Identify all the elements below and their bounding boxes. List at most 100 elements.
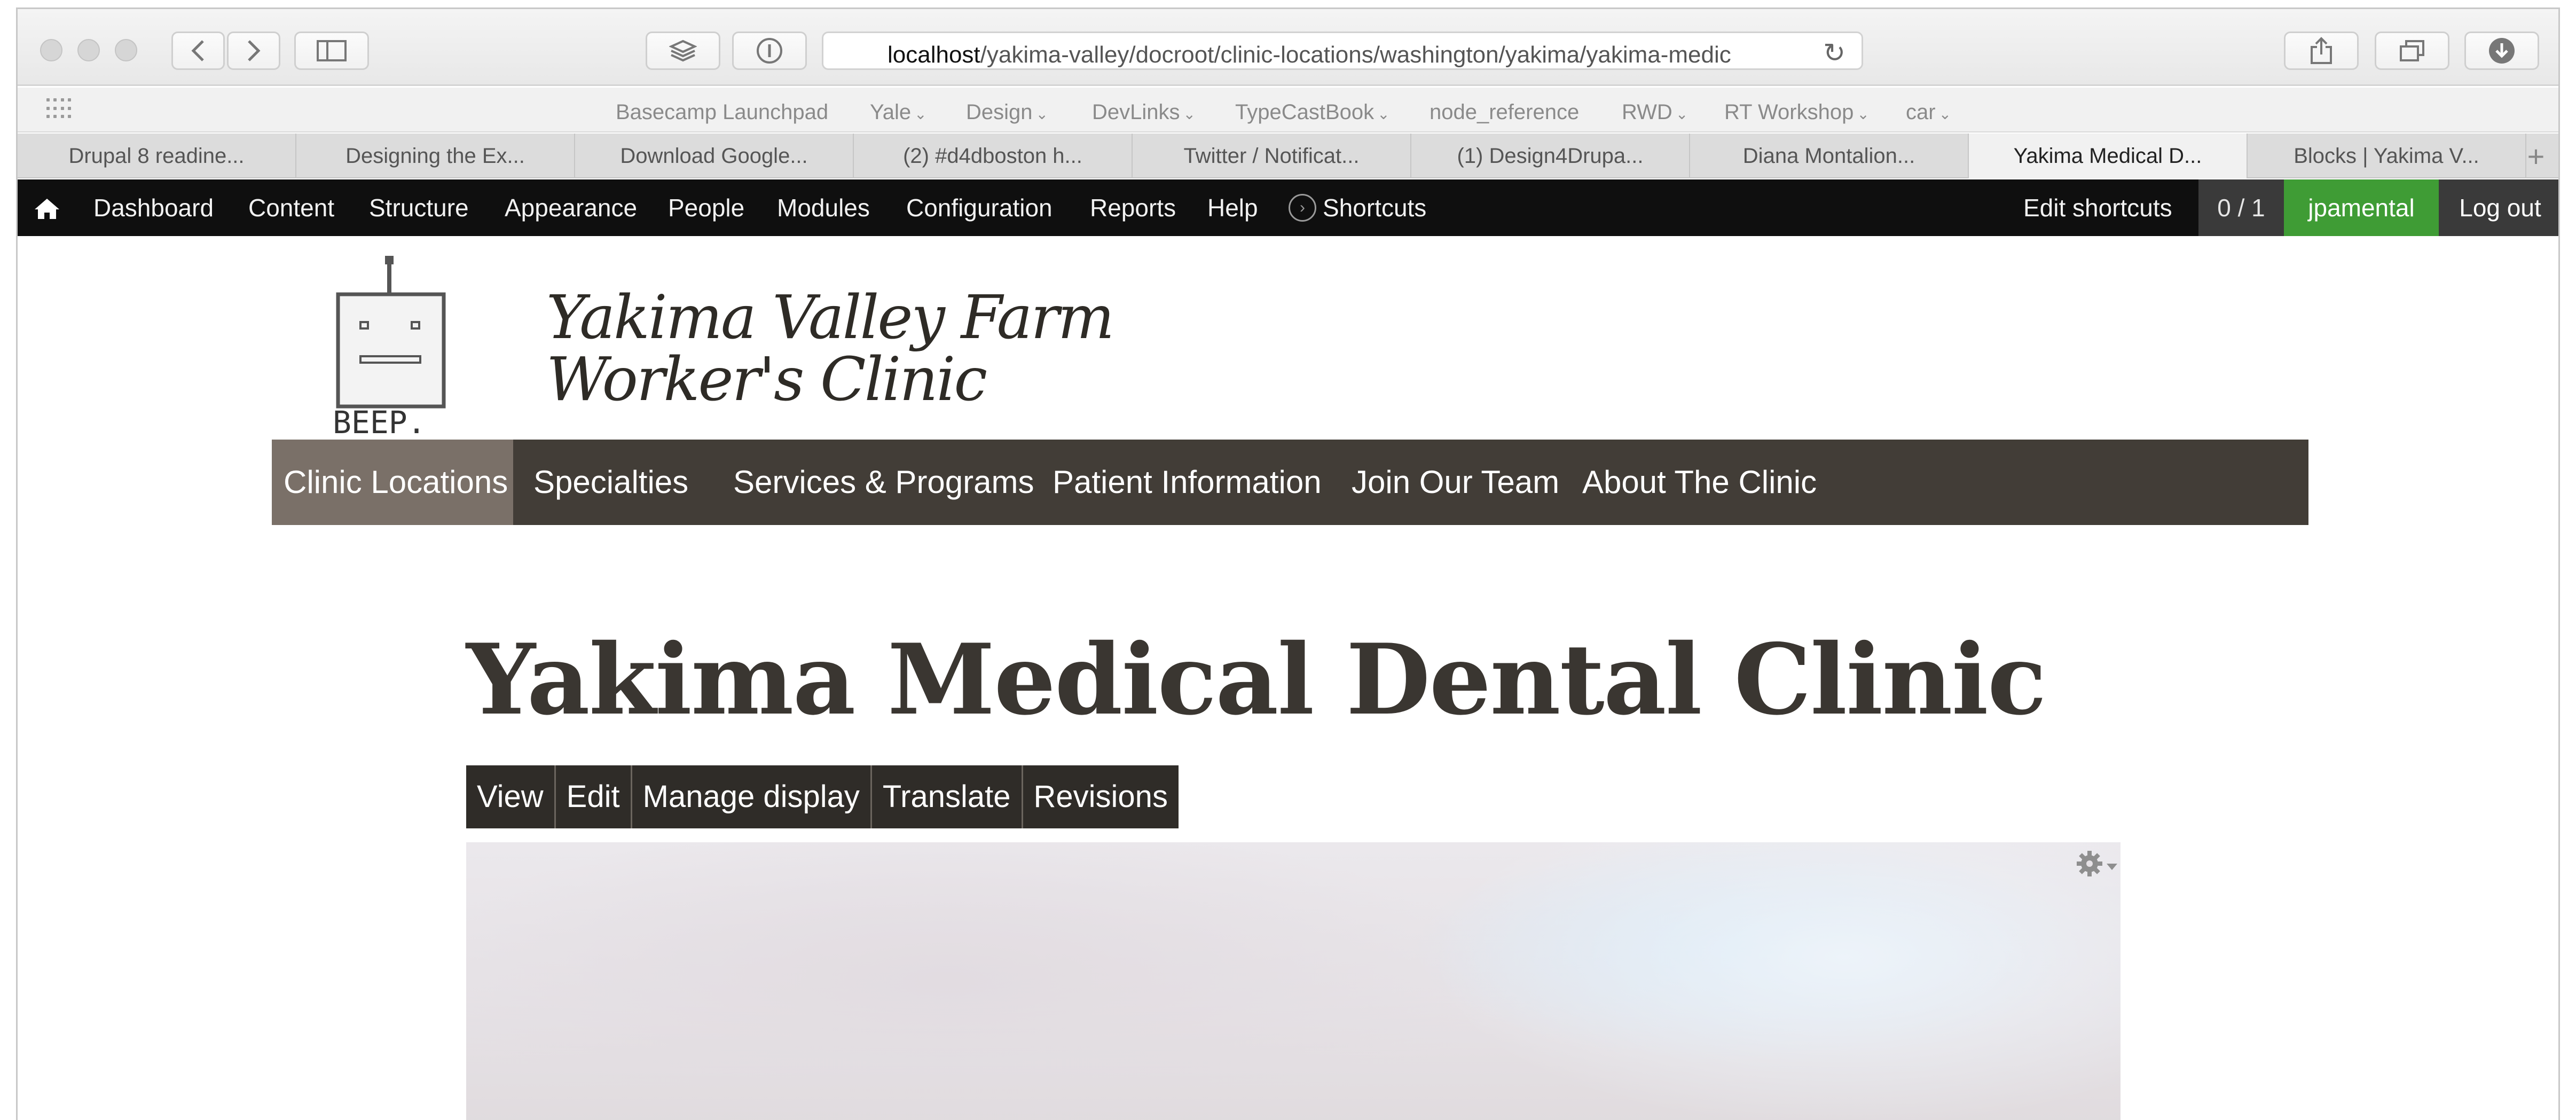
logo-text: BEEP. (333, 404, 426, 441)
reload-icon[interactable]: ↻ (1823, 37, 1845, 68)
chevron-down-icon: ⌄ (1675, 106, 1688, 122)
admin-menu-appearance[interactable]: Appearance (505, 179, 637, 236)
browser-tab[interactable]: Twitter / Notificat... (1133, 134, 1411, 178)
bookmark-design[interactable]: Design ⌄ (966, 100, 1048, 124)
tab-label: Diana Montalion... (1742, 144, 1915, 168)
tab-edit[interactable]: Edit (556, 765, 632, 828)
tab-label: Twitter / Notificat... (1183, 144, 1360, 168)
browser-tab[interactable]: (2) #d4dboston h... (854, 134, 1133, 178)
tab-strip: Drupal 8 readine... Designing the Ex... … (18, 134, 2558, 178)
password-button[interactable] (732, 32, 807, 70)
admin-menu-people[interactable]: People (668, 179, 744, 236)
nav-patient-information[interactable]: Patient Information (1053, 440, 1322, 525)
site-name-line2: Worker's Clinic (546, 345, 987, 414)
gear-icon[interactable] (2074, 848, 2121, 880)
browser-toolbar: localhost/yakima-valley/docroot/clinic-l… (18, 9, 2558, 86)
tab-label: (2) #d4dboston h... (903, 144, 1082, 168)
bookmark-devlinks[interactable]: DevLinks ⌄ (1092, 100, 1196, 124)
download-icon (2489, 38, 2515, 64)
tab-label: Yakima Medical D... (2013, 144, 2202, 168)
downloads-button[interactable] (2464, 32, 2539, 70)
admin-menu-reports[interactable]: Reports (1090, 179, 1176, 236)
chevron-right-circle-icon: › (1289, 193, 1316, 222)
drupal-admin-toolbar: Dashboard Content Structure Appearance P… (18, 179, 2558, 236)
bookmark-label: node_reference (1430, 100, 1580, 124)
site-name[interactable]: Yakima Valley Farm Worker's Clinic (546, 283, 1114, 414)
admin-menu-dashboard[interactable]: Dashboard (93, 179, 214, 236)
chevron-down-icon: ⌄ (1183, 106, 1196, 122)
user-account-link[interactable]: jpamental (2284, 179, 2439, 236)
url-text: localhost/yakima-valley/docroot/clinic-l… (888, 42, 1785, 68)
admin-menu-modules[interactable]: Modules (777, 179, 870, 236)
browser-tab[interactable]: Diana Montalion... (1690, 134, 1969, 178)
edit-shortcuts-link[interactable]: Edit shortcuts (2023, 179, 2172, 236)
admin-menu-shortcuts[interactable]: › Shortcuts (1289, 179, 1426, 236)
bookmark-basecamp[interactable]: Basecamp Launchpad (616, 100, 828, 124)
browser-tab[interactable]: Download Google... (575, 134, 854, 178)
hero-image (466, 842, 2121, 1120)
tabs-overview-button[interactable] (2375, 32, 2449, 70)
zoom-window-button[interactable] (115, 39, 137, 61)
site-name-line1: Yakima Valley Farm (546, 283, 1114, 353)
chevron-down-icon (2107, 864, 2117, 870)
nav-about-the-clinic[interactable]: About The Clinic (1582, 440, 1817, 525)
plus-icon: + (2527, 139, 2545, 173)
browser-tab[interactable]: Drupal 8 readine... (18, 134, 296, 178)
browser-tab[interactable]: Blocks | Yakima V... (2248, 134, 2526, 178)
sidebar-icon (317, 40, 347, 61)
shortcuts-label: Shortcuts (1323, 194, 1427, 222)
browser-window: localhost/yakima-valley/docroot/clinic-l… (16, 7, 2560, 1120)
tab-manage-display[interactable]: Manage display (632, 765, 872, 828)
browser-tab[interactable]: Designing the Ex... (296, 134, 575, 178)
layers-button[interactable] (646, 32, 720, 70)
back-button[interactable] (171, 32, 225, 70)
admin-menu-help[interactable]: Help (1207, 179, 1258, 236)
browser-tab-active[interactable]: Yakima Medical D... (1969, 134, 2248, 178)
nav-join-our-team[interactable]: Join Our Team (1352, 440, 1559, 525)
chevron-down-icon: ⌄ (1377, 106, 1390, 122)
bookmark-rt-workshop[interactable]: RT Workshop ⌄ (1724, 100, 1870, 124)
bookmark-node-reference[interactable]: node_reference (1430, 100, 1579, 124)
admin-menu-structure[interactable]: Structure (369, 179, 469, 236)
bookmark-yale[interactable]: Yale ⌄ (870, 100, 927, 124)
bookmark-car[interactable]: car ⌄ (1906, 100, 1951, 124)
new-tab-button[interactable]: + (2514, 134, 2558, 178)
nav-services-programs[interactable]: Services & Programs (733, 440, 1034, 525)
tabs-overview-icon (2400, 40, 2424, 61)
address-bar[interactable]: localhost/yakima-valley/docroot/clinic-l… (822, 32, 1863, 70)
tab-label: Designing the Ex... (345, 144, 525, 168)
share-button[interactable] (2284, 32, 2359, 70)
nav-specialties[interactable]: Specialties (533, 440, 688, 525)
forward-button[interactable] (227, 32, 280, 70)
bookmark-label: Basecamp Launchpad (616, 100, 829, 124)
bookmark-label: DevLinks (1092, 100, 1180, 124)
sidebar-button[interactable] (294, 32, 369, 70)
tab-view[interactable]: View (466, 765, 556, 828)
admin-menu-configuration[interactable]: Configuration (906, 179, 1053, 236)
tab-translate[interactable]: Translate (872, 765, 1023, 828)
home-icon[interactable] (34, 198, 60, 220)
bookmark-label: RT Workshop (1724, 100, 1854, 124)
shortcut-count[interactable]: 0 / 1 (2198, 179, 2284, 236)
chevron-down-icon: ⌄ (1035, 106, 1048, 122)
local-tasks-tabs: View Edit Manage display Translate Revis… (466, 765, 1179, 828)
bookmark-label: Yale (870, 100, 912, 124)
layers-icon (669, 40, 697, 62)
bookmark-label: TypeCastBook (1235, 100, 1375, 124)
nav-clinic-locations[interactable]: Clinic Locations (272, 440, 513, 525)
chevron-down-icon: ⌄ (1938, 106, 1952, 122)
bookmark-typecastbook[interactable]: TypeCastBook ⌄ (1235, 100, 1390, 124)
apps-grid-icon[interactable] (46, 98, 72, 121)
bookmark-label: RWD (1622, 100, 1672, 124)
logout-link[interactable]: Log out (2439, 179, 2558, 236)
robot-logo-icon[interactable]: BEEP. (333, 248, 477, 441)
admin-menu-content[interactable]: Content (248, 179, 334, 236)
browser-tab[interactable]: (1) Design4Drupa... (1411, 134, 1690, 178)
chevron-right-icon (248, 40, 261, 61)
bookmarks-bar: Basecamp Launchpad Yale ⌄ Design ⌄ DevLink… (18, 88, 2558, 132)
bookmark-rwd[interactable]: RWD ⌄ (1622, 100, 1688, 124)
minimize-window-button[interactable] (77, 39, 100, 61)
tab-revisions[interactable]: Revisions (1023, 765, 1179, 828)
tab-label: Blocks | Yakima V... (2294, 144, 2479, 168)
close-window-button[interactable] (40, 39, 62, 61)
